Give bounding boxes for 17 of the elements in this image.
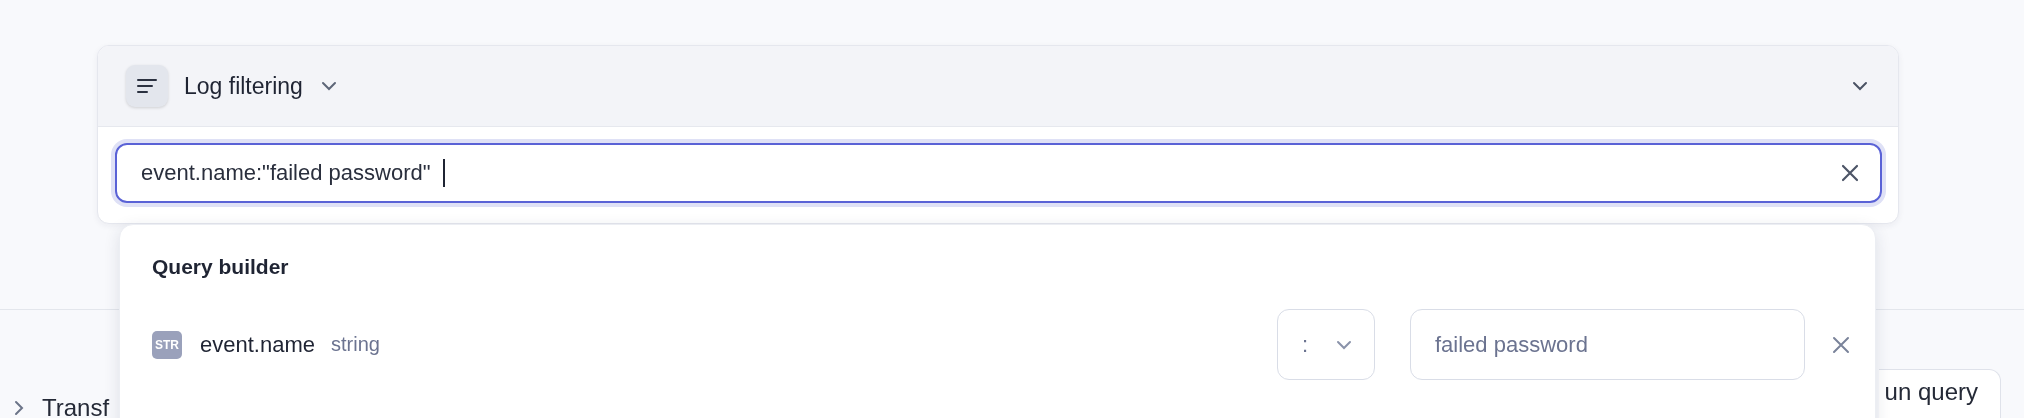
list-icon[interactable] <box>126 65 168 107</box>
run-query-button[interactable]: un query <box>1878 369 2001 418</box>
value-input-field[interactable]: failed password <box>1410 309 1805 380</box>
section-label[interactable]: Transf <box>42 394 110 418</box>
operator-select[interactable]: : <box>1277 309 1375 380</box>
chevron-right-icon[interactable] <box>14 400 24 416</box>
text-cursor <box>442 159 445 187</box>
field-name: event.name <box>200 331 315 358</box>
panel-title: Query builder <box>152 255 290 279</box>
collapse-chevron-icon[interactable] <box>1852 81 1868 91</box>
chevron-down-icon[interactable] <box>320 81 337 91</box>
chevron-down-icon <box>1336 339 1352 350</box>
type-badge: STR <box>152 330 182 359</box>
field-type: string <box>330 333 380 356</box>
filter-title[interactable]: Log filtering <box>184 72 303 100</box>
remove-icon[interactable] <box>1831 334 1851 355</box>
close-icon[interactable] <box>1840 163 1860 183</box>
